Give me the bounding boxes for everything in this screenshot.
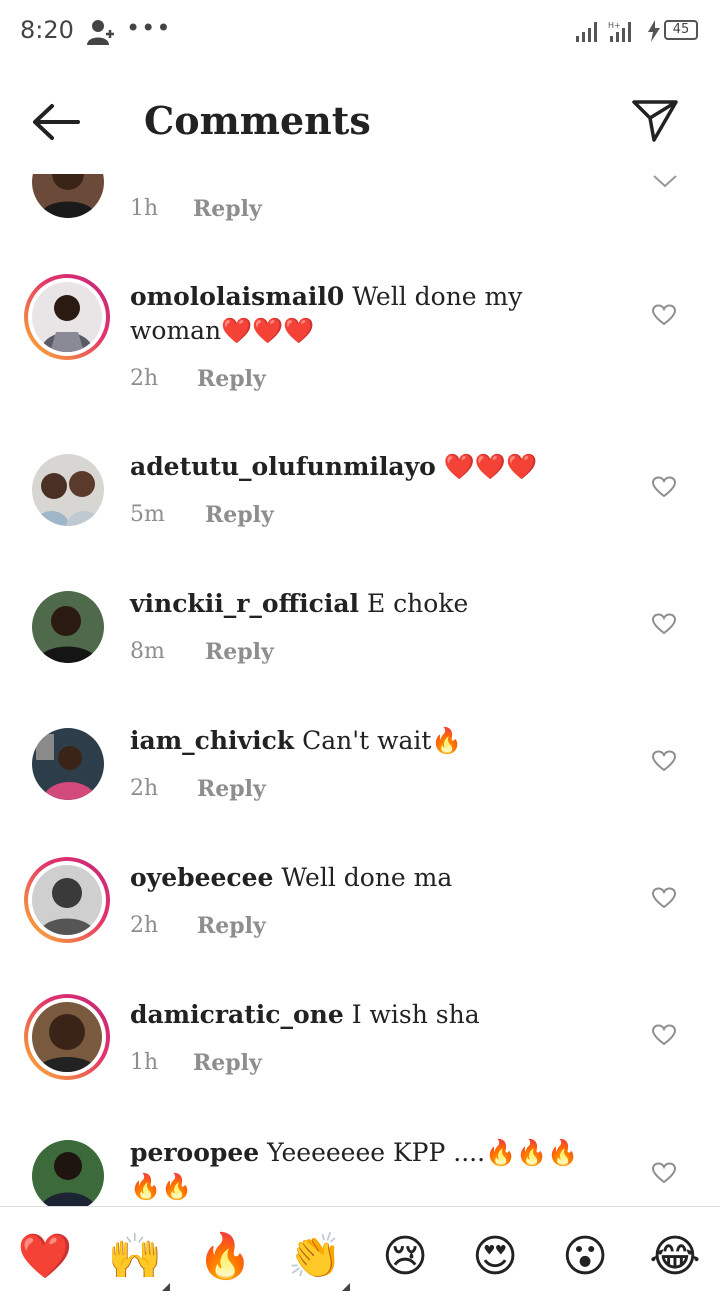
reply-button[interactable]: Reply xyxy=(205,639,274,665)
comment-body: E choke xyxy=(359,589,469,618)
signal-icon xyxy=(576,22,597,42)
comment-meta: 1h Reply xyxy=(130,1050,262,1076)
comment-item: iam_chivick Can't wait🔥 2h Reply xyxy=(0,724,720,834)
comments-list[interactable]: 1h Reply omololaismail0 Well done my wom… xyxy=(0,174,720,1206)
comment-body: I wish sha xyxy=(343,1000,480,1029)
comment-item: adetutu_olufunmilayo ❤️❤️❤️ 5m Reply xyxy=(0,450,720,560)
avatar[interactable] xyxy=(32,591,104,663)
comment-time: 1h xyxy=(130,1050,159,1075)
emoji-clap-button[interactable]: 👏 xyxy=(287,1229,343,1285)
comment-text: peroopee Yeeeeeee KPP ....🔥🔥🔥🔥🔥 xyxy=(130,1136,600,1204)
status-bar: 8:20 ••• H+ 45 xyxy=(0,0,720,64)
reply-button[interactable]: Reply xyxy=(193,1050,262,1076)
page-title: Comments xyxy=(144,98,371,143)
comment-time: 2h xyxy=(130,776,159,801)
comment-item: peroopee Yeeeeeee KPP ....🔥🔥🔥🔥🔥 xyxy=(0,1136,720,1206)
add-user-icon xyxy=(87,20,114,45)
comment-time: 2h xyxy=(130,913,159,938)
comment-time: 2h xyxy=(130,366,159,391)
like-heart-icon[interactable] xyxy=(652,1162,676,1184)
avatar[interactable] xyxy=(32,174,104,218)
reply-button[interactable]: Reply xyxy=(197,913,266,939)
reply-button[interactable]: Reply xyxy=(197,366,266,392)
comment-username[interactable]: adetutu_olufunmilayo xyxy=(130,452,436,481)
comment-item: oyebeecee Well done ma 2h Reply xyxy=(0,857,720,977)
comment-text: vinckii_r_official E choke xyxy=(130,587,600,621)
comment-time: 5m xyxy=(130,502,165,527)
comments-header: Comments xyxy=(0,64,720,174)
avatar xyxy=(32,1002,102,1072)
comment-body: Can't wait🔥 xyxy=(294,726,463,755)
like-heart-icon[interactable] xyxy=(652,887,676,909)
emoji-raised-hands-button[interactable]: 🙌 xyxy=(107,1229,163,1285)
comment-item: 1h Reply xyxy=(0,174,720,234)
comment-username[interactable]: iam_chivick xyxy=(130,726,294,755)
more-notifications-icon: ••• xyxy=(126,14,172,42)
send-icon[interactable] xyxy=(630,96,680,144)
status-time: 8:20 xyxy=(20,16,74,44)
reply-button[interactable]: Reply xyxy=(193,196,262,222)
skin-tone-indicator xyxy=(342,1283,350,1291)
comment-item: vinckii_r_official E choke 8m Reply xyxy=(0,587,720,697)
reply-button[interactable]: Reply xyxy=(205,502,274,528)
like-heart-icon[interactable] xyxy=(652,613,676,635)
like-heart-icon[interactable] xyxy=(652,476,676,498)
comment-text: omololaismail0 Well done my woman❤️❤️❤️ xyxy=(130,280,600,348)
comment-username[interactable]: oyebeecee xyxy=(130,863,273,892)
avatar-story-ring[interactable] xyxy=(24,994,110,1080)
comment-meta: 1h Reply xyxy=(130,196,262,222)
emoji-crying-button[interactable]: 😢 xyxy=(377,1229,433,1285)
comment-meta: 5m Reply xyxy=(130,502,274,528)
comment-text: iam_chivick Can't wait🔥 xyxy=(130,724,600,758)
avatar[interactable] xyxy=(32,1140,104,1206)
like-heart-icon[interactable] xyxy=(652,1024,676,1046)
skin-tone-indicator xyxy=(162,1283,170,1291)
emoji-heart-eyes-button[interactable]: 😍 xyxy=(467,1229,523,1285)
charging-icon xyxy=(648,20,660,42)
comment-username[interactable]: vinckii_r_official xyxy=(130,589,359,618)
collapse-chevron-icon[interactable] xyxy=(652,174,678,188)
like-heart-icon[interactable] xyxy=(652,750,676,772)
reply-button[interactable]: Reply xyxy=(197,776,266,802)
comment-username[interactable]: peroopee xyxy=(130,1138,259,1167)
comment-item: damicratic_one I wish sha 1h Reply xyxy=(0,994,720,1114)
comment-body: ❤️❤️❤️ xyxy=(435,452,538,481)
emoji-heart-button[interactable]: ❤️ xyxy=(17,1229,73,1285)
back-arrow-icon[interactable] xyxy=(30,102,82,142)
comment-meta: 8m Reply xyxy=(130,639,274,665)
battery-indicator: 45 xyxy=(664,20,698,40)
comment-username[interactable]: omololaismail0 xyxy=(130,282,344,311)
comment-meta: 2h Reply xyxy=(130,366,266,392)
comment-text: oyebeecee Well done ma xyxy=(130,861,600,895)
avatar xyxy=(32,865,102,935)
emoji-surprised-button[interactable]: 😮 xyxy=(557,1229,613,1285)
comment-time: 1h xyxy=(130,196,159,221)
comment-text: adetutu_olufunmilayo ❤️❤️❤️ xyxy=(130,450,600,484)
emoji-quick-bar: ❤️ 🙌 🔥 👏 😢 😍 😮 😂 xyxy=(0,1206,720,1310)
signal-h-plus-icon: H+ xyxy=(608,21,631,42)
avatar-story-ring[interactable] xyxy=(24,274,110,360)
comment-time: 8m xyxy=(130,639,165,664)
emoji-fire-button[interactable]: 🔥 xyxy=(197,1229,253,1285)
avatar[interactable] xyxy=(32,454,104,526)
svg-text:H+: H+ xyxy=(608,21,621,30)
like-heart-icon[interactable] xyxy=(652,304,676,326)
avatar[interactable] xyxy=(32,728,104,800)
comment-text: damicratic_one I wish sha xyxy=(130,998,600,1032)
avatar-story-ring[interactable] xyxy=(24,857,110,943)
comment-meta: 2h Reply xyxy=(130,776,266,802)
emoji-laughing-button[interactable]: 😂 xyxy=(647,1229,703,1285)
comment-meta: 2h Reply xyxy=(130,913,266,939)
comment-username[interactable]: damicratic_one xyxy=(130,1000,344,1029)
comment-item: omololaismail0 Well done my woman❤️❤️❤️ … xyxy=(0,274,720,404)
avatar xyxy=(32,282,102,352)
comment-body: Well done ma xyxy=(273,863,453,892)
